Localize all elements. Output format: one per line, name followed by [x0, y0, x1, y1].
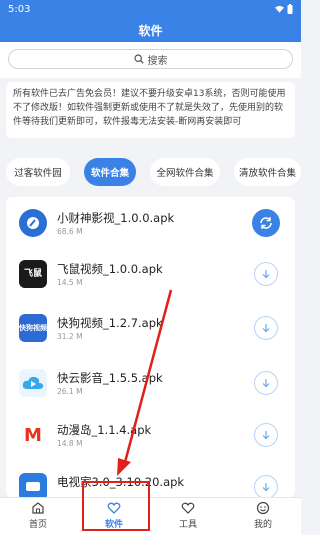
list-item[interactable]: 电视家3.0_3.10.20.apk	[6, 461, 295, 497]
search-placeholder: 搜索	[147, 55, 168, 67]
app-name: 快云影音_1.5.5.apk	[57, 371, 163, 385]
status-bar: 5:03	[0, 0, 301, 18]
list-item[interactable]: 飞鼠 飞鼠视频_1.0.0.apk 14.5 M	[6, 248, 295, 303]
category-tabs: 过客软件园 软件合集 全网软件合集 清放软件合集	[0, 158, 301, 188]
list-item[interactable]: 小财神影视_1.0.0.apk 68.6 M	[6, 197, 295, 252]
nav-label: 工具	[178, 520, 197, 530]
tab-label: 清放软件合集	[238, 168, 296, 179]
app-list: 小财神影视_1.0.0.apk 68.6 M 飞鼠 飞鼠视频_1.0.0.apk…	[6, 197, 295, 497]
app-name: 飞鼠视频_1.0.0.apk	[57, 262, 163, 276]
dongmandao-app-icon: M	[19, 421, 47, 449]
wifi-icon	[275, 5, 284, 13]
nav-home[interactable]: 首页	[8, 501, 68, 535]
download-icon	[262, 431, 270, 440]
app-icon-text: 快狗视频	[19, 323, 47, 332]
dianshijia-app-icon	[19, 473, 47, 497]
download-icon	[262, 324, 270, 333]
bottom-nav: 首页 软件 工具 我的	[0, 497, 301, 535]
app-size: 31.2 M	[57, 332, 83, 341]
download-button[interactable]	[254, 316, 278, 340]
list-item[interactable]: M 动漫岛_1.1.4.apk 14.8 M	[6, 409, 295, 464]
app-icon-text: M	[24, 424, 42, 446]
nav-tools[interactable]: 工具	[158, 501, 218, 535]
app-size: 26.1 M	[57, 387, 83, 396]
list-item[interactable]: 快狗视频 快狗视频_1.2.7.apk 31.2 M	[6, 302, 295, 357]
app-size: 14.5 M	[57, 278, 83, 287]
page-title: 软件	[138, 23, 163, 38]
nav-label: 首页	[28, 520, 47, 530]
heart-icon	[107, 502, 121, 514]
tab-label: 过客软件园	[14, 168, 62, 179]
notice-card: 所有软件已去广告免会员！建议不要升级安卓13系统，否则可能使用不了修改版！如软件…	[6, 82, 295, 138]
search-container: 搜索	[0, 42, 301, 78]
app-size: 68.6 M	[57, 227, 83, 236]
download-button[interactable]	[254, 371, 278, 395]
nav-label: 软件	[104, 520, 123, 530]
nav-mine[interactable]: 我的	[233, 501, 293, 535]
kuaiyun-app-icon	[19, 369, 47, 397]
search-input[interactable]: 搜索	[8, 49, 293, 69]
download-button[interactable]	[254, 423, 278, 447]
smiley-icon	[256, 501, 270, 515]
tab-software-collection[interactable]: 软件合集	[84, 158, 136, 186]
tab-label: 全网软件合集	[156, 168, 214, 179]
nav-software[interactable]: 软件	[84, 501, 144, 535]
app-name: 小财神影视_1.0.0.apk	[57, 211, 175, 225]
home-icon	[32, 502, 44, 514]
sync-button[interactable]	[252, 209, 280, 237]
download-button[interactable]	[254, 262, 278, 286]
tab-qingfang[interactable]: 清放软件合集	[234, 158, 301, 186]
tab-all-network[interactable]: 全网软件合集	[150, 158, 220, 186]
app-icon-text: 飞鼠	[23, 268, 42, 279]
download-icon	[262, 483, 270, 492]
app-name: 快狗视频_1.2.7.apk	[57, 316, 163, 330]
feishu-app-icon: 飞鼠	[19, 260, 47, 288]
app-size: 14.8 M	[57, 439, 83, 448]
notice-text: 所有软件已去广告免会员！建议不要升级安卓13系统，否则可能使用不了修改版！如软件…	[13, 89, 286, 127]
search-icon	[133, 54, 144, 64]
download-icon	[262, 379, 270, 388]
app-bar: 软件	[0, 18, 301, 42]
battery-icon	[287, 4, 293, 14]
status-time: 5:03	[8, 3, 31, 15]
tab-label: 软件合集	[90, 168, 129, 179]
kuaigou-app-icon: 快狗视频	[19, 314, 47, 342]
tab-guoke[interactable]: 过客软件园	[6, 158, 70, 186]
download-icon	[262, 270, 270, 279]
app-name: 动漫岛_1.1.4.apk	[57, 423, 152, 437]
heart-outline-icon	[181, 502, 195, 514]
download-button[interactable]	[254, 475, 278, 497]
app-name: 电视家3.0_3.10.20.apk	[57, 475, 185, 489]
xiaocaishen-app-icon	[19, 209, 47, 237]
nav-label: 我的	[253, 520, 272, 530]
list-item[interactable]: 快云影音_1.5.5.apk 26.1 M	[6, 357, 295, 412]
sync-icon	[260, 217, 272, 229]
status-icons	[275, 4, 293, 14]
